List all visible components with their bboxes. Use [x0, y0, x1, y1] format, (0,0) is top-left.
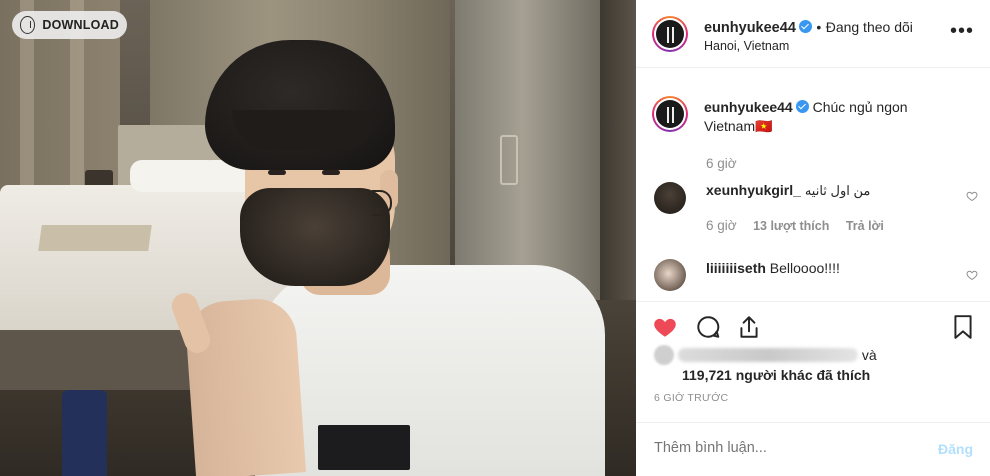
comment-row: xeunhyukgirl_ من اول ثانيه: [706, 181, 870, 200]
comment-username[interactable]: xeunhyukgirl_: [706, 182, 801, 198]
following-button[interactable]: Đang theo dõi: [826, 19, 913, 35]
author-username[interactable]: eunhyukee44: [704, 20, 796, 36]
caption-username[interactable]: eunhyukee44: [704, 99, 793, 115]
caption-avatar[interactable]: [652, 96, 688, 132]
verified-badge-icon: [795, 100, 809, 113]
bookmark-icon[interactable]: [950, 314, 976, 340]
door-handle: [500, 135, 518, 185]
blurred-liker-names: [678, 348, 858, 362]
download-label: DOWNLOAD: [42, 18, 119, 32]
caption: eunhyukee44 Chúc ngủ ngon Vietnam🇻🇳: [704, 98, 974, 136]
separator-dot: •: [816, 19, 822, 35]
comment-meta: 6 giờ 13 lượt thích Trả lời: [706, 217, 884, 235]
post-comment-button[interactable]: Đăng: [938, 441, 973, 457]
white-tshirt: [255, 265, 605, 476]
shirt-pocket: [318, 425, 410, 470]
download-button[interactable]: DOWNLOAD: [12, 11, 127, 39]
add-comment-box: Đăng: [636, 422, 990, 476]
caption-text: Chúc ngủ ngon: [812, 99, 908, 115]
eye: [268, 170, 286, 175]
blue-chair: [62, 390, 107, 476]
liker-avatar: [654, 345, 674, 365]
eye: [322, 170, 340, 175]
author-avatar[interactable]: [652, 16, 688, 52]
commenter-avatar[interactable]: [654, 259, 686, 291]
likes-summary: và 119,721 người khác đã thích: [654, 345, 877, 385]
hair-fringe: [232, 110, 372, 150]
comments-section: eunhyukee44 Chúc ngủ ngon Vietnam🇻🇳 6 gi…: [636, 69, 990, 301]
like-comment-icon[interactable]: [966, 190, 978, 202]
post-timestamp[interactable]: 6 GIỜ TRƯỚC: [654, 392, 728, 404]
post-side-panel: eunhyukee44 • Đang theo dõi Hanoi, Vietn…: [636, 0, 990, 476]
reply-button[interactable]: Trả lời: [846, 219, 884, 233]
commenter-avatar[interactable]: [654, 182, 686, 214]
comment-username[interactable]: liiiiiiiseth: [706, 260, 766, 276]
heart-filled-icon[interactable]: [652, 314, 678, 340]
more-dots-icon[interactable]: •••: [950, 21, 974, 41]
post-photo[interactable]: DOWNLOAD: [0, 0, 636, 476]
action-bar: [636, 301, 990, 351]
comment-icon[interactable]: [695, 314, 721, 340]
comment-likes[interactable]: 13 lượt thích: [753, 219, 829, 233]
likes-and: và: [861, 347, 877, 363]
share-icon[interactable]: [736, 314, 762, 340]
verified-badge-icon: [798, 20, 812, 33]
location-link[interactable]: Hanoi, Vietnam: [704, 39, 789, 53]
comment-text: Belloooo!!!!: [769, 260, 840, 276]
comment-time[interactable]: 6 giờ: [706, 218, 737, 233]
tray-on-bed: [38, 225, 152, 251]
post-header: eunhyukee44 • Đang theo dõi Hanoi, Vietn…: [636, 0, 990, 68]
caption-text-line2: Vietnam🇻🇳: [704, 118, 773, 134]
face-mask: [240, 188, 390, 286]
header-title-row: eunhyukee44 • Đang theo dõi: [704, 19, 913, 37]
comment-text: من اول ثانيه: [804, 183, 871, 198]
likes-count[interactable]: 119,721 người khác đã thích: [682, 365, 877, 385]
comment-input[interactable]: [654, 440, 904, 456]
glass-door: [455, 0, 605, 310]
caption-time[interactable]: 6 giờ: [706, 156, 737, 171]
comment-row: liiiiiiiseth Belloooo!!!!: [706, 259, 840, 278]
like-comment-icon[interactable]: [966, 269, 978, 281]
download-icon: [20, 16, 36, 34]
